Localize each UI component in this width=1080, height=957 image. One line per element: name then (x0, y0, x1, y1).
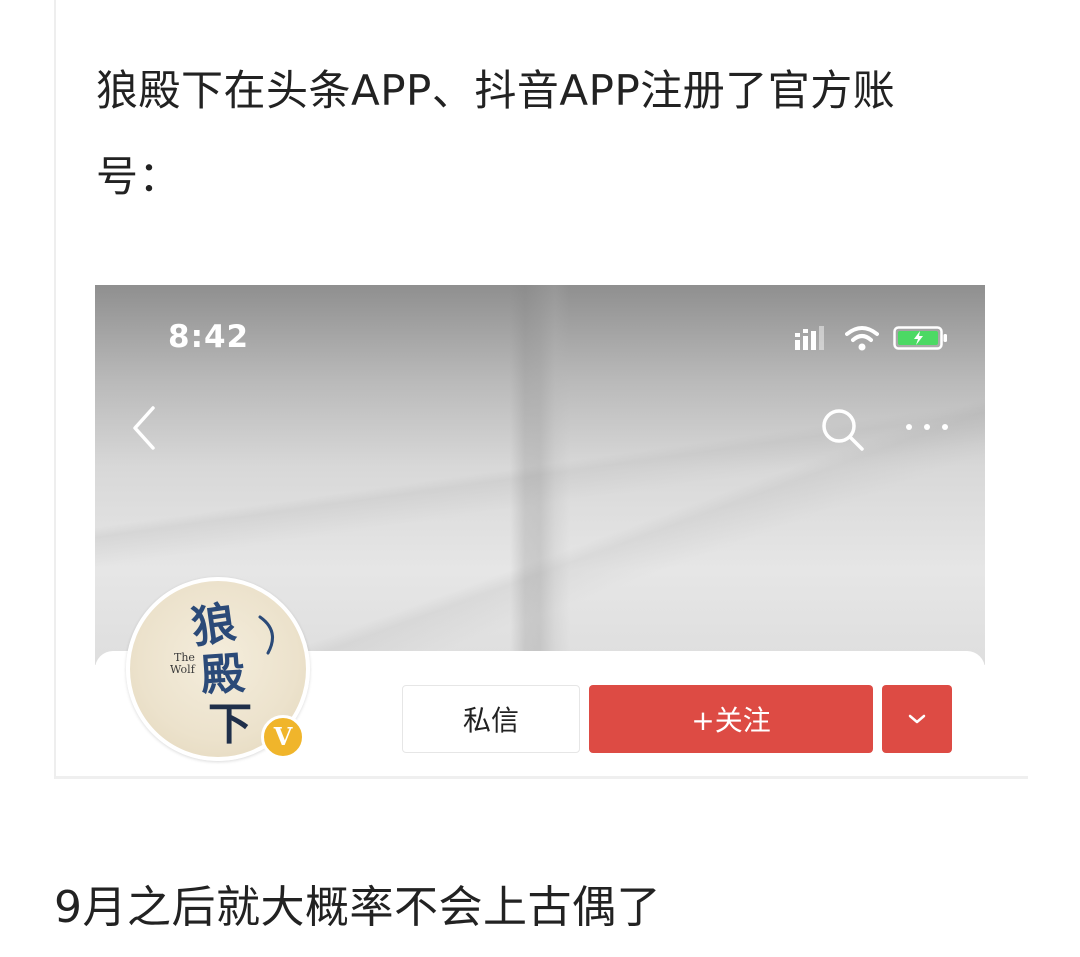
bottom-text: 9月之后就大概率不会上古偶了 (54, 882, 661, 933)
status-icons (793, 323, 949, 353)
svg-text:Wolf: Wolf (170, 663, 196, 676)
search-icon[interactable] (819, 406, 867, 454)
follow-button[interactable]: +关注 (589, 685, 873, 753)
status-time: 8:42 (168, 319, 250, 355)
verified-badge: V (261, 715, 305, 759)
chevron-down-icon (908, 714, 926, 724)
svg-text:殿: 殿 (199, 648, 246, 702)
follow-dropdown-button[interactable] (882, 685, 952, 753)
back-icon[interactable] (125, 403, 165, 453)
battery-charging-icon (893, 326, 947, 350)
svg-text:狼: 狼 (188, 597, 239, 654)
intro-text: 狼殿下在头条APP、抖音APP注册了官方账号： (96, 66, 896, 201)
wifi-icon (845, 326, 879, 351)
message-button[interactable]: 私信 (402, 685, 580, 753)
svg-text:下: 下 (208, 699, 252, 750)
embedded-profile-screenshot: 8:42 狼 殿 下 The Wolf V 私信 +关注 (95, 285, 985, 775)
more-icon[interactable] (903, 415, 951, 439)
page: 狼殿下在头条APP、抖音APP注册了官方账号： 8:42 狼 殿 下 The W… (0, 0, 1080, 957)
signal-icon (795, 326, 824, 350)
